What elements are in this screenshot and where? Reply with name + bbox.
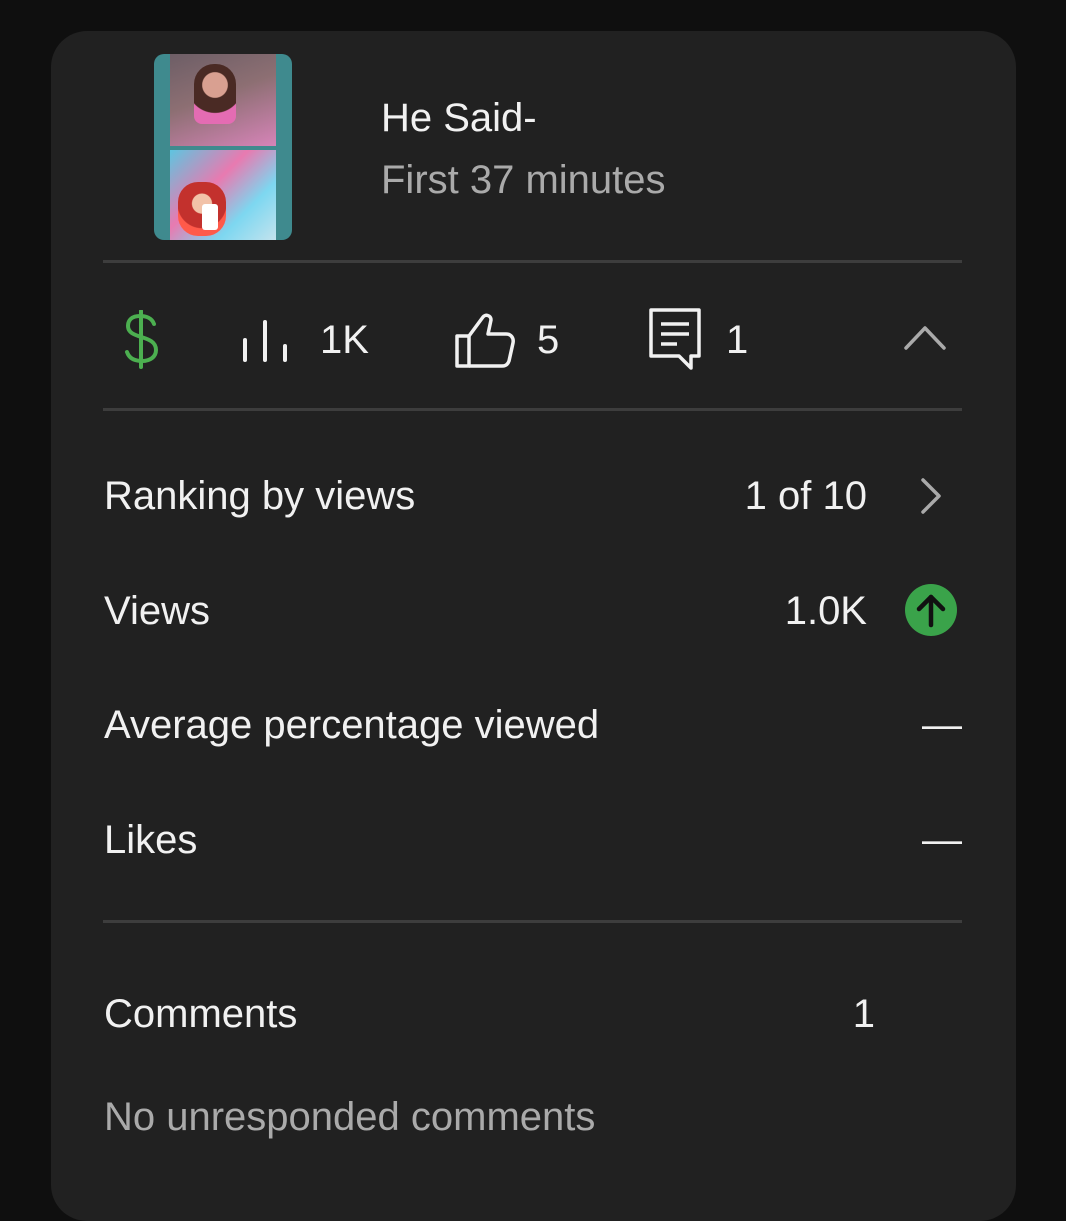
chevron-up-icon[interactable] (902, 322, 948, 352)
views-count: 1K (320, 318, 369, 362)
dollar-icon[interactable] (118, 310, 166, 372)
metric-label: Views (104, 589, 210, 633)
bar-chart-icon (243, 320, 287, 362)
metric-label: Average percentage viewed (104, 703, 600, 747)
metric-label: Ranking by views (104, 474, 416, 518)
comments-note: No unresponded comments (104, 1095, 596, 1139)
metric-value: 1.0K (784, 589, 867, 633)
video-thumbnail[interactable] (154, 54, 292, 240)
metric-value: — (922, 818, 962, 862)
metric-value: 1 of 10 (744, 474, 867, 518)
metric-value: — (922, 703, 962, 747)
divider (103, 408, 962, 411)
likes-count: 5 (537, 318, 560, 362)
thumbs-up-icon[interactable] (454, 312, 516, 370)
metric-label: Likes (104, 818, 198, 862)
arrow-up-circle-icon (905, 584, 957, 636)
divider (103, 260, 962, 263)
comment-icon[interactable] (647, 306, 703, 372)
video-time-range: First 37 minutes (381, 158, 666, 202)
divider (103, 920, 962, 923)
chevron-right-icon[interactable] (918, 476, 944, 516)
comments-value: 1 (852, 992, 875, 1036)
comments-count: 1 (726, 318, 749, 362)
video-title[interactable]: He Said- (381, 96, 537, 141)
comments-label: Comments (104, 992, 298, 1036)
